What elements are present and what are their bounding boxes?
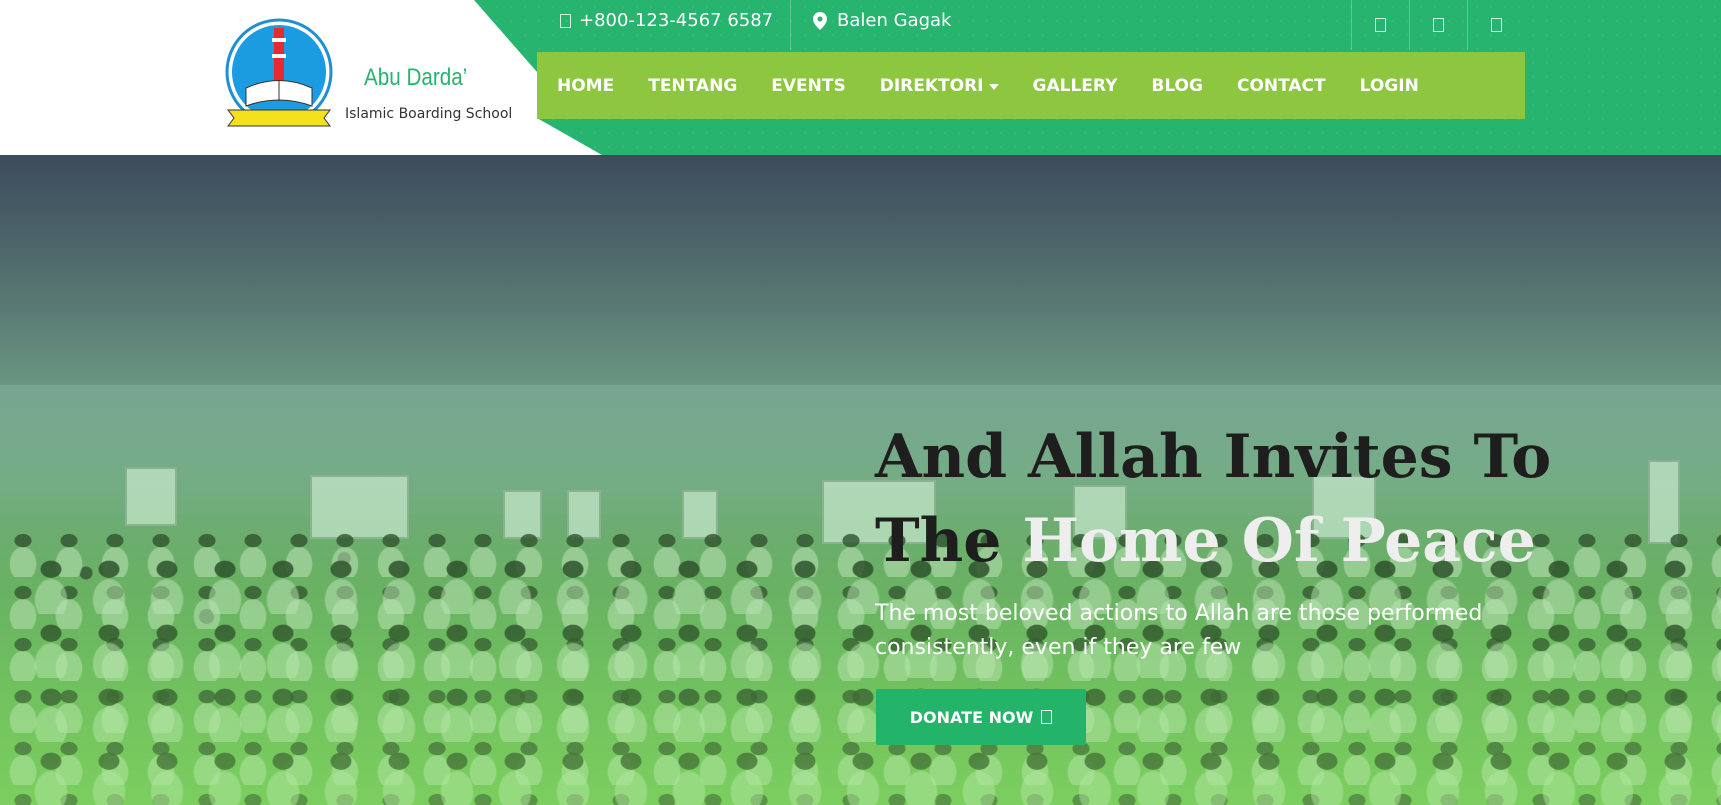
hero-text-block: And Allah Invites To The Home Of Peace T… bbox=[875, 415, 1675, 665]
brand-name[interactable]: Abu Darda’ bbox=[364, 64, 467, 92]
phone-contact[interactable]: +800-123-4567 6587 bbox=[560, 10, 773, 31]
headline-line-2-accent: Home Of Peace bbox=[1022, 506, 1536, 576]
facebook-link[interactable] bbox=[1351, 0, 1409, 50]
location-text: Balen Gagak bbox=[837, 10, 952, 31]
nav-label: LOGIN bbox=[1359, 75, 1419, 96]
phone-number: +800-123-4567 6587 bbox=[579, 10, 774, 31]
nav-label: BLOG bbox=[1151, 75, 1203, 96]
headline-line-2-plain: The bbox=[875, 506, 1023, 576]
hero-subtitle: The most beloved actions to Allah are th… bbox=[875, 601, 1483, 660]
nav-item-blog[interactable]: BLOG bbox=[1151, 76, 1203, 96]
main-nav: HOME TENTANG EVENTS DIREKTORI GALLERY BL… bbox=[537, 52, 1525, 119]
nav-label: CONTACT bbox=[1236, 75, 1326, 96]
arrow-right-icon bbox=[1041, 710, 1053, 724]
nav-item-gallery[interactable]: GALLERY bbox=[1033, 76, 1118, 96]
nav-label: HOME bbox=[557, 75, 615, 96]
nav-label: DIREKTORI bbox=[879, 75, 984, 96]
donate-label: DONATE NOW bbox=[909, 707, 1034, 727]
social-links bbox=[1351, 0, 1525, 50]
hero-banner: And Allah Invites To The Home Of Peace T… bbox=[0, 155, 1721, 805]
nav-label: GALLERY bbox=[1032, 75, 1118, 96]
location-info: Balen Gagak bbox=[813, 10, 951, 31]
site-header: Abu Darda’ Islamic Boarding School +800-… bbox=[0, 0, 1721, 155]
nav-item-tentang[interactable]: TENTANG bbox=[648, 76, 737, 96]
map-pin-icon bbox=[813, 11, 827, 30]
nav-item-contact[interactable]: CONTACT bbox=[1237, 76, 1326, 96]
caret-down-icon bbox=[988, 83, 999, 90]
logo-panel: Abu Darda’ Islamic Boarding School bbox=[0, 0, 602, 155]
hero-headline: The Home Of Peace bbox=[875, 499, 1675, 583]
hero-headline: And Allah Invites To bbox=[875, 415, 1675, 499]
school-emblem-logo[interactable] bbox=[222, 18, 336, 130]
nav-label: EVENTS bbox=[771, 75, 846, 96]
nav-item-login[interactable]: LOGIN bbox=[1360, 76, 1419, 96]
nav-label: TENTANG bbox=[648, 75, 738, 96]
nav-item-direktori[interactable]: DIREKTORI bbox=[880, 76, 999, 96]
youtube-link[interactable] bbox=[1467, 0, 1525, 50]
phone-icon bbox=[560, 13, 571, 28]
nav-item-events[interactable]: EVENTS bbox=[771, 76, 845, 96]
twitter-icon bbox=[1433, 18, 1444, 32]
top-info-bar: +800-123-4567 6587 Balen Gagak bbox=[540, 0, 1525, 50]
twitter-link[interactable] bbox=[1409, 0, 1467, 50]
youtube-icon bbox=[1491, 18, 1502, 32]
headline-line-1: And Allah Invites To bbox=[875, 422, 1552, 492]
brand-tagline: Islamic Boarding School bbox=[345, 106, 513, 122]
donate-now-button[interactable]: DONATE NOW bbox=[876, 689, 1086, 745]
divider bbox=[790, 0, 791, 50]
facebook-icon bbox=[1375, 18, 1386, 32]
nav-item-home[interactable]: HOME bbox=[557, 76, 614, 96]
